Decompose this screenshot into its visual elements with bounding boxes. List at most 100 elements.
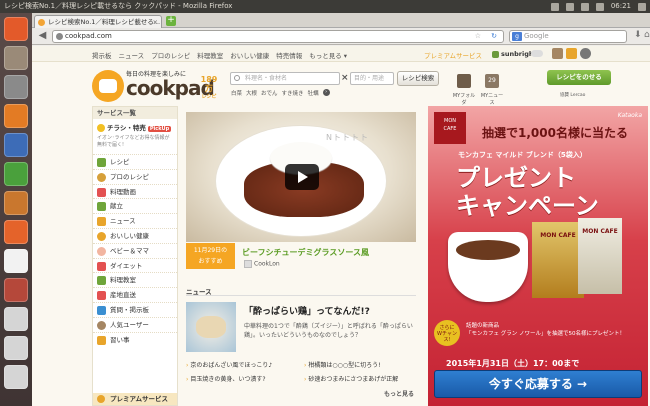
- badge-icon[interactable]: [566, 48, 577, 59]
- url-text: cookpad.com: [65, 32, 112, 40]
- user-toggle[interactable]: [531, 50, 543, 57]
- keywords-more-icon[interactable]: ›: [322, 89, 330, 96]
- sidebar-item-lessons[interactable]: 習い事: [93, 331, 177, 347]
- download-icon[interactable]: ⬇: [634, 30, 642, 40]
- drive-icon[interactable]: [4, 307, 28, 331]
- writer-icon[interactable]: [4, 133, 28, 157]
- tab-close-icon[interactable]: ×: [153, 16, 158, 28]
- board-icon: [97, 305, 106, 315]
- sidebar-item-healthy[interactable]: おいしい健康: [93, 227, 177, 243]
- clear-search-button[interactable]: ×: [341, 73, 349, 83]
- software-center-icon[interactable]: [4, 220, 28, 244]
- keyword[interactable]: おでん: [261, 89, 278, 97]
- sidebar-item-menu[interactable]: 献立: [93, 198, 177, 213]
- impress-icon[interactable]: [4, 191, 28, 215]
- home-folder-icon[interactable]: [4, 46, 28, 70]
- cookpad-logo[interactable]: 毎日の料理を楽しみに cookpad: [92, 68, 215, 104]
- sync-icon[interactable]: [565, 2, 574, 11]
- pickup-badge: PickUp: [147, 126, 172, 132]
- sidebar-premium[interactable]: プレミアムサービス: [93, 393, 177, 405]
- browser-tab[interactable]: レシピ検索No.1／料理レシピ載せる... ×: [34, 15, 162, 28]
- news-headline[interactable]: 「酔っぱらい鶏」ってなんだ!?: [244, 304, 370, 317]
- date-line: 11月29日の: [193, 247, 228, 254]
- purpose-search-input[interactable]: 目的・用途: [350, 72, 394, 85]
- recipe-count-unit: レシピ: [201, 94, 217, 100]
- google-engine-icon[interactable]: g: [512, 32, 522, 41]
- sidebar-item-video[interactable]: 料理動画: [93, 183, 177, 199]
- volume-icon[interactable]: [595, 2, 604, 11]
- clock[interactable]: 06:21: [611, 0, 631, 13]
- sidebar-item-baby[interactable]: ベビー＆ママ: [93, 242, 177, 258]
- sidebar-item-direct[interactable]: 産地直送: [93, 287, 177, 302]
- delivery-icon: [97, 291, 106, 301]
- sidebar-item-board[interactable]: 質問・掲示板: [93, 301, 177, 317]
- globe-icon: [56, 33, 63, 40]
- amazon-icon[interactable]: [4, 249, 28, 273]
- web-search-input[interactable]: g Google: [509, 30, 627, 43]
- url-bar[interactable]: cookpad.com ☆ ↻: [52, 30, 504, 43]
- ubuntu-dash-icon[interactable]: [4, 17, 28, 41]
- keyword[interactable]: すき焼き: [282, 89, 304, 97]
- my-news-button[interactable]: 29 MYニュース: [480, 74, 504, 106]
- news-more-link[interactable]: もっと見る: [384, 389, 414, 398]
- calc-icon[interactable]: [4, 162, 28, 186]
- sidebar-item-news[interactable]: ニュース: [93, 213, 177, 228]
- drive-icon-2[interactable]: [4, 336, 28, 360]
- campaign-ad[interactable]: MON CAFE Kataoka 抽選で1,000名様に当たる モンカフェ マイル…: [428, 106, 648, 406]
- date-badge: 11月29日の おすすめ: [186, 243, 235, 269]
- home-icon[interactable]: ⌂: [644, 30, 650, 40]
- user-menu[interactable]: sunbright: [492, 50, 537, 58]
- firefox-icon[interactable]: [4, 104, 28, 128]
- network-icon[interactable]: [550, 2, 559, 11]
- sidebar-item-class[interactable]: 料理教室: [93, 272, 177, 287]
- play-button-icon[interactable]: [285, 164, 319, 190]
- news-link[interactable]: › 砂速おつまみにさつまあげが正解: [304, 374, 398, 383]
- apply-now-button[interactable]: 今すぐ応募する →: [434, 370, 642, 398]
- recipe-search-placeholder: 料理名・食材名: [245, 75, 288, 82]
- recipe-search-button[interactable]: レシピ検索: [397, 71, 439, 86]
- nav-link-sales[interactable]: 特売情報: [276, 50, 302, 60]
- keyword[interactable]: 牡蠣: [308, 89, 319, 97]
- nav-link-board[interactable]: 掲示板: [92, 50, 112, 60]
- recipe-author[interactable]: CookLon: [244, 260, 280, 268]
- page-content: 掲示板 ニュース プロのレシピ 料理教室 おいしい健康 特売情報 もっと見る ▾…: [32, 46, 650, 406]
- sidebar-item-recipe[interactable]: レシピ: [93, 154, 177, 169]
- back-icon[interactable]: ◀: [36, 30, 49, 43]
- keyword[interactable]: 大根: [246, 89, 257, 97]
- my-folder-button[interactable]: MYフォルダ: [452, 74, 476, 106]
- gear-icon[interactable]: [580, 48, 591, 59]
- keyword[interactable]: 白菜: [231, 89, 242, 97]
- premium-icon: [97, 395, 105, 403]
- notification-icon[interactable]: [552, 48, 563, 59]
- reload-icon[interactable]: ↻: [491, 31, 497, 42]
- drive-icon-3[interactable]: [4, 365, 28, 389]
- settings-icon[interactable]: [4, 278, 28, 302]
- sidebar-item-pro-recipe[interactable]: プロのレシピ: [93, 168, 177, 184]
- featured-recipe-video[interactable]: Nトトトト: [186, 112, 416, 242]
- system-tray: 06:21: [550, 0, 646, 13]
- nav-link-pro-recipes[interactable]: プロのレシピ: [151, 50, 190, 60]
- power-icon[interactable]: [638, 2, 646, 11]
- nav-link-more[interactable]: もっと見る ▾: [309, 50, 347, 60]
- coffee-cup-image: [448, 232, 528, 302]
- coffee-pack-image: MON CAFE: [532, 222, 584, 298]
- sidebar-item-chirashi[interactable]: チラシ・特売 PickUp イオン･ライフなどお得な情報が無料で届く!: [93, 119, 177, 154]
- battery-icon[interactable]: [580, 2, 589, 11]
- news-link[interactable]: › 柑橘類は○○○型に切ろう!: [304, 360, 381, 369]
- nav-link-healthy[interactable]: おいしい健康: [230, 50, 269, 60]
- sidebar-item-users[interactable]: 人気ユーザー: [93, 316, 177, 332]
- recipe-search-input[interactable]: 料理名・食材名: [230, 72, 340, 85]
- bookmark-star-icon[interactable]: ☆: [475, 31, 481, 42]
- nav-link-cooking-class[interactable]: 料理教室: [197, 50, 223, 60]
- file-manager-icon[interactable]: [4, 75, 28, 99]
- site-top-nav: 掲示板 ニュース プロのレシピ 料理教室 おいしい健康 特売情報 もっと見る ▾…: [32, 46, 650, 62]
- premium-service-link[interactable]: プレミアムサービス: [424, 50, 482, 60]
- nav-link-news[interactable]: ニュース: [119, 50, 145, 60]
- news-link[interactable]: › 目玉焼きの黄身、いつ潰す?: [186, 374, 266, 383]
- news-link[interactable]: › 京のおばんざい風でほっこり♪: [186, 360, 272, 369]
- sidebar-item-diet[interactable]: ダイエット: [93, 257, 177, 273]
- news-image[interactable]: [186, 302, 236, 352]
- featured-recipe-title[interactable]: ビーフシチューデミグラスソース風: [242, 247, 369, 258]
- post-recipe-button[interactable]: レシピをのせる: [547, 70, 611, 85]
- new-tab-button[interactable]: +: [166, 16, 176, 26]
